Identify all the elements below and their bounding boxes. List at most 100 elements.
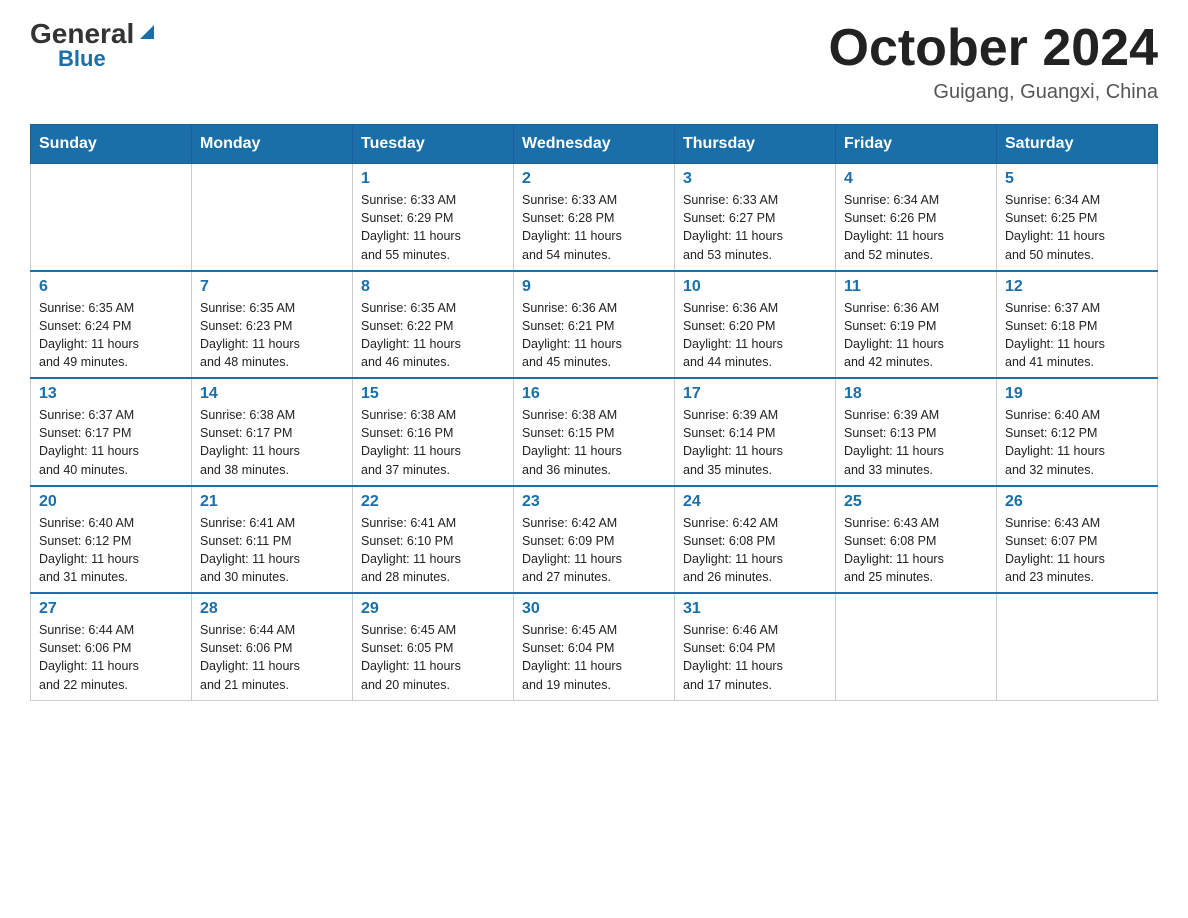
day-info: Sunrise: 6:35 AMSunset: 6:23 PMDaylight:…: [200, 299, 344, 372]
day-info: Sunrise: 6:36 AMSunset: 6:21 PMDaylight:…: [522, 299, 666, 372]
day-number: 18: [844, 385, 988, 403]
calendar-day-cell: 30 Sunrise: 6:45 AMSunset: 6:04 PMDayligh…: [514, 593, 675, 700]
calendar-day-cell: [192, 164, 353, 271]
day-info: Sunrise: 6:40 AMSunset: 6:12 PMDaylight:…: [39, 514, 183, 587]
day-number: 3: [683, 170, 827, 188]
day-number: 27: [39, 600, 183, 618]
day-number: 12: [1005, 278, 1149, 296]
day-number: 14: [200, 385, 344, 403]
calendar-day-cell: 25Sunrise: 6:43 AMSunset: 6:08 PMDayligh…: [836, 486, 997, 594]
calendar-week-row: 13 Sunrise: 6:37 AMSunset: 6:17 PMDayligh…: [31, 378, 1158, 486]
calendar-day-cell: 13 Sunrise: 6:37 AMSunset: 6:17 PMDayligh…: [31, 378, 192, 486]
logo-blue-text: Blue: [58, 48, 106, 70]
day-number: 7: [200, 278, 344, 296]
day-info: Sunrise: 6:36 AMSunset: 6:20 PMDaylight:…: [683, 299, 827, 372]
day-info: Sunrise: 6:41 AMSunset: 6:10 PMDaylight:…: [361, 514, 505, 587]
day-of-week-header: Tuesday: [353, 125, 514, 164]
calendar-day-cell: 17Sunrise: 6:39 AMSunset: 6:14 PMDayligh…: [675, 378, 836, 486]
calendar-day-cell: 1 Sunrise: 6:33 AMSunset: 6:29 PMDaylight…: [353, 164, 514, 271]
calendar-day-cell: 9 Sunrise: 6:36 AMSunset: 6:21 PMDaylight…: [514, 271, 675, 379]
day-number: 30: [522, 600, 666, 618]
title-section: October 2024 Guigang, Guangxi, China: [829, 20, 1159, 104]
day-info: Sunrise: 6:33 AMSunset: 6:29 PMDaylight:…: [361, 191, 505, 264]
day-number: 23: [522, 493, 666, 511]
location-text: Guigang, Guangxi, China: [829, 81, 1159, 104]
day-number: 26: [1005, 493, 1149, 511]
day-info: Sunrise: 6:42 AMSunset: 6:08 PMDaylight:…: [683, 514, 827, 587]
day-info: Sunrise: 6:34 AMSunset: 6:25 PMDaylight:…: [1005, 191, 1149, 264]
calendar-day-cell: [31, 164, 192, 271]
day-info: Sunrise: 6:34 AMSunset: 6:26 PMDaylight:…: [844, 191, 988, 264]
calendar-day-cell: 31 Sunrise: 6:46 AMSunset: 6:04 PMDayligh…: [675, 593, 836, 700]
day-number: 6: [39, 278, 183, 296]
calendar-day-cell: 20Sunrise: 6:40 AMSunset: 6:12 PMDayligh…: [31, 486, 192, 594]
day-of-week-header: Friday: [836, 125, 997, 164]
day-info: Sunrise: 6:42 AMSunset: 6:09 PMDaylight:…: [522, 514, 666, 587]
day-number: 24: [683, 493, 827, 511]
day-of-week-header: Thursday: [675, 125, 836, 164]
page-header: General Blue October 2024 Guigang, Guang…: [30, 20, 1158, 104]
logo-triangle-icon: [136, 21, 158, 43]
day-number: 31: [683, 600, 827, 618]
calendar-day-cell: 27 Sunrise: 6:44 AMSunset: 6:06 PMDayligh…: [31, 593, 192, 700]
logo-general-text: General: [30, 20, 134, 48]
month-title: October 2024: [829, 20, 1159, 77]
day-number: 5: [1005, 170, 1149, 188]
day-info: Sunrise: 6:45 AMSunset: 6:05 PMDaylight:…: [361, 621, 505, 694]
day-info: Sunrise: 6:39 AMSunset: 6:13 PMDaylight:…: [844, 406, 988, 479]
calendar-day-cell: 14 Sunrise: 6:38 AMSunset: 6:17 PMDayligh…: [192, 378, 353, 486]
calendar-day-cell: 6Sunrise: 6:35 AMSunset: 6:24 PMDaylight…: [31, 271, 192, 379]
day-info: Sunrise: 6:38 AMSunset: 6:16 PMDaylight:…: [361, 406, 505, 479]
day-info: Sunrise: 6:39 AMSunset: 6:14 PMDaylight:…: [683, 406, 827, 479]
calendar-day-cell: 29Sunrise: 6:45 AMSunset: 6:05 PMDayligh…: [353, 593, 514, 700]
day-number: 15: [361, 385, 505, 403]
day-info: Sunrise: 6:38 AMSunset: 6:17 PMDaylight:…: [200, 406, 344, 479]
calendar-day-cell: 11 Sunrise: 6:36 AMSunset: 6:19 PMDayligh…: [836, 271, 997, 379]
day-number: 8: [361, 278, 505, 296]
day-info: Sunrise: 6:35 AMSunset: 6:22 PMDaylight:…: [361, 299, 505, 372]
calendar-day-cell: 7 Sunrise: 6:35 AMSunset: 6:23 PMDaylight…: [192, 271, 353, 379]
calendar-day-cell: [836, 593, 997, 700]
calendar-day-cell: 22 Sunrise: 6:41 AMSunset: 6:10 PMDayligh…: [353, 486, 514, 594]
day-info: Sunrise: 6:37 AMSunset: 6:17 PMDaylight:…: [39, 406, 183, 479]
day-info: Sunrise: 6:44 AMSunset: 6:06 PMDaylight:…: [200, 621, 344, 694]
day-info: Sunrise: 6:43 AMSunset: 6:08 PMDaylight:…: [844, 514, 988, 587]
day-info: Sunrise: 6:40 AMSunset: 6:12 PMDaylight:…: [1005, 406, 1149, 479]
calendar-day-cell: 4Sunrise: 6:34 AMSunset: 6:26 PMDaylight…: [836, 164, 997, 271]
calendar-day-cell: 10 Sunrise: 6:36 AMSunset: 6:20 PMDayligh…: [675, 271, 836, 379]
day-number: 21: [200, 493, 344, 511]
day-of-week-header: Monday: [192, 125, 353, 164]
day-number: 13: [39, 385, 183, 403]
day-info: Sunrise: 6:41 AMSunset: 6:11 PMDaylight:…: [200, 514, 344, 587]
calendar-day-cell: 21 Sunrise: 6:41 AMSunset: 6:11 PMDayligh…: [192, 486, 353, 594]
calendar-day-cell: 18 Sunrise: 6:39 AMSunset: 6:13 PMDayligh…: [836, 378, 997, 486]
day-number: 1: [361, 170, 505, 188]
calendar-day-cell: 23 Sunrise: 6:42 AMSunset: 6:09 PMDayligh…: [514, 486, 675, 594]
day-info: Sunrise: 6:45 AMSunset: 6:04 PMDaylight:…: [522, 621, 666, 694]
day-of-week-header: Saturday: [997, 125, 1158, 164]
day-info: Sunrise: 6:46 AMSunset: 6:04 PMDaylight:…: [683, 621, 827, 694]
day-number: 28: [200, 600, 344, 618]
day-of-week-header: Wednesday: [514, 125, 675, 164]
logo: General Blue: [30, 20, 158, 70]
day-number: 9: [522, 278, 666, 296]
calendar-day-cell: 16Sunrise: 6:38 AMSunset: 6:15 PMDayligh…: [514, 378, 675, 486]
day-number: 11: [844, 278, 988, 296]
calendar-day-cell: 5 Sunrise: 6:34 AMSunset: 6:25 PMDaylight…: [997, 164, 1158, 271]
day-info: Sunrise: 6:33 AMSunset: 6:28 PMDaylight:…: [522, 191, 666, 264]
calendar-day-cell: 26Sunrise: 6:43 AMSunset: 6:07 PMDayligh…: [997, 486, 1158, 594]
calendar-day-cell: [997, 593, 1158, 700]
calendar-week-row: 27 Sunrise: 6:44 AMSunset: 6:06 PMDayligh…: [31, 593, 1158, 700]
day-of-week-header: Sunday: [31, 125, 192, 164]
calendar-day-cell: 24 Sunrise: 6:42 AMSunset: 6:08 PMDayligh…: [675, 486, 836, 594]
calendar-day-cell: 3 Sunrise: 6:33 AMSunset: 6:27 PMDaylight…: [675, 164, 836, 271]
day-info: Sunrise: 6:44 AMSunset: 6:06 PMDaylight:…: [39, 621, 183, 694]
day-info: Sunrise: 6:33 AMSunset: 6:27 PMDaylight:…: [683, 191, 827, 264]
calendar-week-row: 6Sunrise: 6:35 AMSunset: 6:24 PMDaylight…: [31, 271, 1158, 379]
day-number: 16: [522, 385, 666, 403]
day-number: 22: [361, 493, 505, 511]
day-number: 10: [683, 278, 827, 296]
day-info: Sunrise: 6:36 AMSunset: 6:19 PMDaylight:…: [844, 299, 988, 372]
calendar-day-cell: 12Sunrise: 6:37 AMSunset: 6:18 PMDayligh…: [997, 271, 1158, 379]
calendar-day-cell: 2Sunrise: 6:33 AMSunset: 6:28 PMDaylight…: [514, 164, 675, 271]
